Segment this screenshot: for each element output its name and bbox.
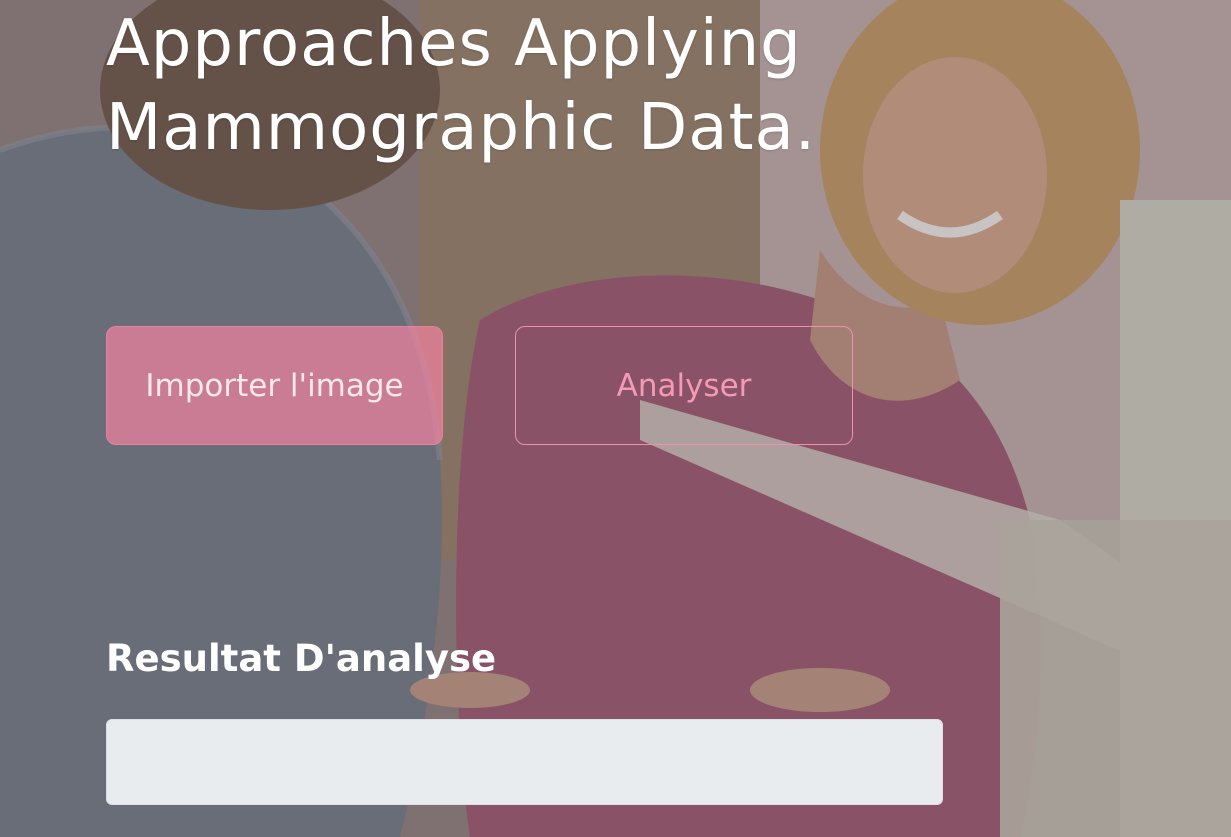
analyse-button[interactable]: Analyser: [515, 326, 853, 445]
hero-title-line-1: Approaches Applying: [106, 7, 802, 81]
result-output-field: [106, 719, 943, 805]
hero-title: Approaches Applying Mammographic Data.: [106, 2, 866, 170]
hero-title-line-2: Mammographic Data.: [106, 91, 817, 165]
result-heading: Resultat D'analyse: [106, 637, 497, 680]
import-image-button[interactable]: Importer l'image: [106, 326, 443, 445]
